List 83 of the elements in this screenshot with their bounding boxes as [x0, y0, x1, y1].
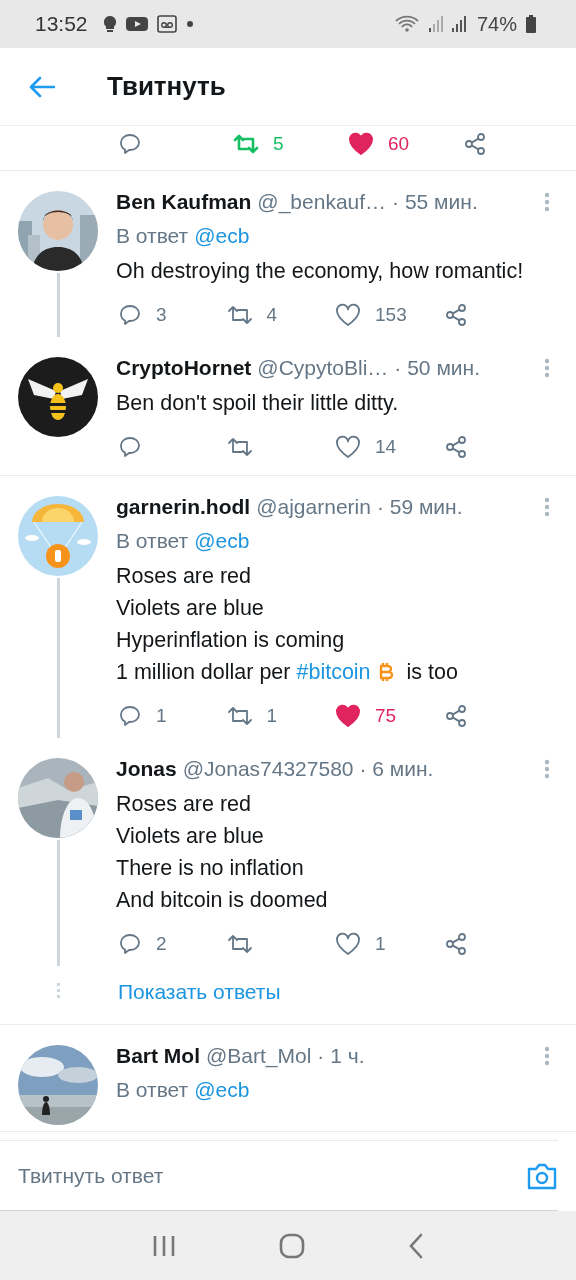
hashtag-link[interactable]: #bitcoin	[296, 656, 371, 688]
reply-icon[interactable]	[118, 932, 142, 956]
heart-icon[interactable]	[335, 704, 361, 728]
video-icon	[125, 16, 148, 32]
voicemail-icon	[156, 15, 177, 33]
author-handle: @ajgarnerin	[256, 495, 371, 519]
bitcoin-icon	[378, 661, 393, 683]
tweet-text: Oh destroying the economy, how romantic!	[116, 258, 524, 285]
page-title: Твитнуть	[107, 71, 226, 102]
author-name: Ben Kaufman	[116, 190, 252, 214]
tweet-text: Roses are red	[116, 791, 252, 818]
retweet-icon[interactable]	[226, 435, 253, 459]
tweet-text: Violets are blue	[116, 595, 264, 622]
like-count: 14	[375, 436, 397, 458]
like-count: 75	[375, 705, 397, 727]
wifi-icon	[393, 15, 420, 33]
tweet-text: Roses are red	[116, 563, 252, 590]
tweet-text: is too	[406, 659, 458, 686]
reply-count: 3	[156, 304, 167, 326]
author-handle: @CypytoBli…	[257, 356, 389, 380]
home-icon[interactable]	[279, 1232, 305, 1259]
tweet-text: Hyperinflation is coming	[116, 627, 345, 654]
show-replies-link[interactable]: Показать ответы	[118, 980, 281, 1004]
author-name: Jonas	[116, 757, 177, 781]
retweet-count: 1	[266, 705, 278, 727]
battery-percent: 74%	[476, 12, 517, 36]
retweet-count: 5	[273, 133, 284, 155]
reply-label: В ответ	[116, 224, 189, 248]
reply-label: В ответ	[116, 1078, 189, 1102]
status-time: 13:52	[35, 12, 88, 36]
tweet-time: · 1 ч.	[317, 1044, 365, 1068]
author-name: garnerin.hodl	[116, 495, 251, 519]
share-icon[interactable]	[443, 303, 468, 327]
battery-icon	[526, 15, 536, 33]
back-arrow-icon[interactable]	[29, 75, 55, 98]
author-handle: @_benkauf…	[257, 190, 387, 214]
tweet-time: · 50 мин.	[394, 356, 480, 380]
mention-link[interactable]: @ecb	[194, 529, 250, 553]
author-name: Bart Mol	[116, 1044, 200, 1068]
signal-icon	[451, 16, 466, 32]
signal-icon	[428, 16, 443, 32]
heart-icon[interactable]	[348, 132, 374, 156]
author-handle: @Bart_Mol	[206, 1044, 312, 1068]
tweet-text: Violets are blue	[116, 823, 264, 850]
reply-icon[interactable]	[118, 435, 142, 459]
retweet-icon[interactable]	[233, 132, 259, 156]
heart-icon[interactable]	[335, 932, 361, 956]
heart-icon[interactable]	[335, 303, 361, 327]
recent-apps-icon[interactable]	[151, 1233, 176, 1258]
tweet-time: · 6 мин.	[359, 757, 434, 781]
retweet-count: 4	[266, 304, 278, 326]
author-name: CryptoHornet	[116, 356, 252, 380]
bulb-icon	[102, 15, 117, 33]
tweet-text: 1 million dollar per	[116, 659, 291, 686]
mention-link[interactable]: @ecb	[194, 224, 250, 248]
share-icon[interactable]	[443, 704, 468, 728]
reply-count: 2	[156, 933, 167, 955]
tweet-text: And bitcoin is doomed	[116, 887, 328, 914]
like-count: 1	[375, 933, 386, 955]
tweet-text: Ben don't spoil their little ditty.	[116, 390, 399, 417]
tweet-time: · 59 мин.	[376, 495, 463, 519]
retweet-icon[interactable]	[226, 303, 253, 327]
reply-icon[interactable]	[118, 704, 142, 728]
reply-count: 1	[156, 705, 167, 727]
author-handle: @Jonas74327580	[182, 757, 354, 781]
share-icon[interactable]	[463, 132, 487, 156]
like-count: 153	[375, 304, 407, 326]
reply-icon[interactable]	[118, 132, 142, 156]
reply-input-field[interactable]: Твитнуть ответ	[18, 1163, 526, 1188]
retweet-icon[interactable]	[226, 704, 253, 728]
back-icon[interactable]	[408, 1232, 425, 1259]
share-icon[interactable]	[443, 435, 468, 459]
retweet-icon[interactable]	[226, 932, 253, 956]
camera-icon[interactable]	[526, 1161, 558, 1190]
like-count: 60	[388, 133, 410, 155]
heart-icon[interactable]	[335, 435, 361, 459]
share-icon[interactable]	[443, 932, 468, 956]
tweet-time: · 55 мин.	[392, 190, 478, 214]
dot-icon	[185, 20, 194, 28]
tweet-text: There is no inflation	[116, 855, 304, 882]
mention-link[interactable]: @ecb	[194, 1078, 250, 1102]
reply-icon[interactable]	[118, 303, 142, 327]
reply-label: В ответ	[116, 529, 189, 553]
